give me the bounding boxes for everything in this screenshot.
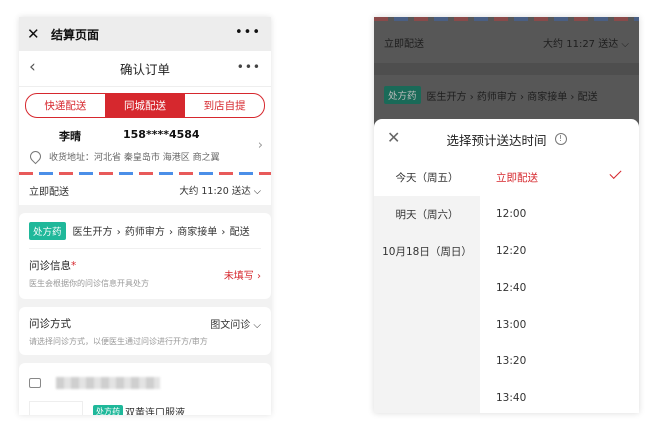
- time-option[interactable]: 12:40: [496, 269, 639, 306]
- address-row: 收货地址： 河北省 秦皇岛市 海港区 商之翼: [27, 148, 259, 165]
- consult-method-value-wrap: 图文问诊 ⌵: [210, 320, 261, 331]
- info-icon[interactable]: !: [554, 133, 567, 145]
- rx-badge: 处方药: [29, 221, 66, 240]
- delivery-time-row[interactable]: 立即配送 大约 11:20 送达 ⌵: [19, 175, 271, 205]
- more-icon[interactable]: •••: [237, 60, 261, 74]
- delivery-tabs: 快递配送 同城配送 到店自提: [25, 93, 265, 118]
- address-label: 收货地址：: [49, 153, 95, 163]
- tab-express[interactable]: 快递配送: [26, 94, 106, 117]
- delivery-label: 立即配送: [29, 186, 69, 198]
- delivery-time-value: 大约 11:27 送达 ⌵: [543, 38, 629, 50]
- miniapp-title-bar: ✕ 结算页面 •••: [19, 17, 271, 51]
- consult-method-wrap: 问诊方式 请选择问诊方式，以便医生通过问诊进行开方/审方 图文问诊 ⌵: [29, 314, 261, 347]
- rx-step: 药师审方: [476, 91, 517, 103]
- contact-name: 李晴: [59, 130, 81, 143]
- address-detail: 河北省 秦皇岛市 海港区 商之翼: [94, 153, 220, 163]
- time-list: 立即配送 12:00 12:20 12:40 13:00 13:20 13:40: [480, 159, 639, 413]
- time-option[interactable]: 13:40: [496, 380, 639, 413]
- delivery-tabs-wrap: 快递配送 同城配送 到店自提: [19, 87, 271, 122]
- chevron-left-icon[interactable]: ‹: [29, 57, 36, 77]
- contact-phone: 158****4584: [123, 128, 200, 141]
- store-name-blurred: [56, 376, 161, 389]
- delivery-time-row: 立即配送 大约 11:27 送达 ⌵: [374, 21, 639, 63]
- time-option[interactable]: 12:20: [496, 233, 639, 270]
- rx-step: 配送: [577, 91, 598, 103]
- consult-status-text: 未填写: [223, 271, 254, 282]
- divider: [374, 63, 639, 75]
- tab-same-city[interactable]: 同城配送: [105, 94, 186, 117]
- delivery-time-text: 大约 11:27 送达: [543, 38, 619, 50]
- rx-step: 商家接单: [177, 227, 218, 238]
- store-card: 处方药 双黄连口服液: [19, 363, 271, 415]
- time-option[interactable]: 12:00: [496, 196, 639, 233]
- delivery-time-text: 大约 11:20 送达: [179, 186, 251, 197]
- required-mark: *: [71, 260, 77, 272]
- page-header: ‹ 确认订单 •••: [19, 51, 271, 87]
- sheet-body: 今天（周五） 明天（周六） 10月18日（周日） 立即配送 12:00 12:2…: [374, 159, 639, 413]
- rx-steps: 医生开方 › 药师审方 › 商家接单 › 配送: [426, 91, 598, 103]
- day-item-today[interactable]: 今天（周五）: [374, 159, 480, 196]
- chevron-down-icon: ⌵: [253, 186, 261, 197]
- checkmark-icon: [609, 166, 622, 180]
- rx-step: 商家接单: [527, 91, 568, 103]
- day-item-oct18[interactable]: 10月18日（周日）: [374, 233, 480, 270]
- sheet-header: ✕ 选择预计送达时间 !: [374, 119, 639, 159]
- location-pin-icon: [27, 148, 44, 165]
- tab-pickup[interactable]: 到店自提: [185, 94, 264, 117]
- day-list: 今天（周五） 明天（周六） 10月18日（周日）: [374, 159, 480, 413]
- rx-badge: 处方药: [384, 86, 421, 104]
- time-label: 立即配送: [496, 171, 538, 184]
- rx-flow: 处方药 医生开方 › 药师审方 › 商家接单 › 配送: [374, 75, 639, 115]
- close-icon[interactable]: ✕: [387, 128, 400, 147]
- checkout-screen: ✕ 结算页面 ••• ‹ 确认订单 ••• 快递配送 同城配送 到店自提 李晴 …: [19, 17, 271, 415]
- chevron-right-icon: ›: [257, 138, 263, 153]
- close-icon[interactable]: ✕: [27, 25, 45, 43]
- time-option[interactable]: 立即配送: [496, 159, 639, 196]
- consult-method-hint: 请选择问诊方式，以便医生通过问诊进行开方/审方: [29, 337, 208, 346]
- store-icon: [29, 377, 41, 388]
- rx-step: 医生开方: [72, 227, 113, 238]
- day-item-tomorrow[interactable]: 明天（周六）: [374, 196, 480, 233]
- miniapp-title: 结算页面: [51, 27, 100, 42]
- consult-info-row[interactable]: 问诊信息* 医生会根据你的问诊信息开具处方 未填写 ›: [29, 249, 261, 299]
- product-name[interactable]: 双黄连口服液: [125, 404, 185, 415]
- delivery-time-sheet: ✕ 选择预计送达时间 ! 今天（周五） 明天（周六） 10月18日（周日） 立即…: [374, 119, 639, 413]
- rx-steps: 医生开方 › 药师审方 › 商家接单 › 配送: [72, 227, 250, 238]
- delivery-label: 立即配送: [384, 38, 424, 50]
- time-option[interactable]: 13:20: [496, 343, 639, 380]
- consult-info-label: 问诊信息: [29, 260, 71, 272]
- consult-info-status: 未填写 ›: [223, 271, 261, 282]
- address-card[interactable]: 李晴 158****4584 收货地址： 河北省 秦皇岛市 海港区 商之翼 ›: [19, 122, 271, 172]
- time-option[interactable]: 13:00: [496, 306, 639, 343]
- rx-step: 医生开方: [426, 91, 467, 103]
- rx-step: 配送: [229, 227, 250, 238]
- prescription-card: 处方药 医生开方 › 药师审方 › 商家接单 › 配送 问诊信息* 医生会根据你…: [19, 213, 271, 299]
- consult-method-row[interactable]: 问诊方式 请选择问诊方式，以便医生通过问诊进行开方/审方 图文问诊 ⌵: [19, 307, 271, 355]
- more-icon[interactable]: •••: [235, 25, 261, 40]
- page-title: 确认订单: [119, 62, 170, 77]
- product-thumbnail[interactable]: [29, 401, 83, 415]
- delivery-time-value: 大约 11:20 送达 ⌵: [179, 183, 261, 197]
- contact-row: 李晴 158****4584: [59, 128, 259, 144]
- delivery-time-picker-screen: 立即配送 大约 11:27 送达 ⌵ 处方药 医生开方 › 药师审方 › 商家接…: [374, 17, 639, 413]
- product-rx-badge: 处方药: [93, 405, 123, 415]
- rx-step: 药师审方: [124, 227, 165, 238]
- sheet-title: 选择预计送达时间: [446, 132, 547, 148]
- consult-method-value: 图文问诊: [210, 320, 251, 331]
- rx-flow: 处方药 医生开方 › 药师审方 › 商家接单 › 配送: [29, 213, 261, 249]
